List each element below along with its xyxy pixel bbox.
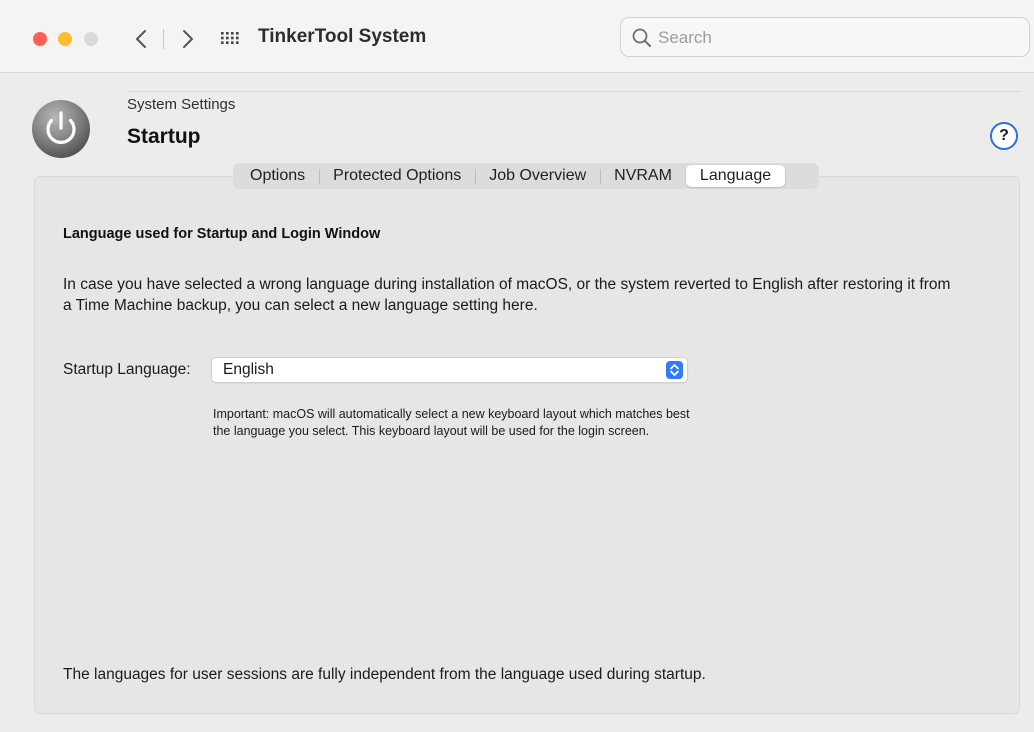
nav-separator bbox=[163, 29, 164, 49]
chevron-updown-icon bbox=[666, 361, 683, 379]
tab-options[interactable]: Options bbox=[236, 165, 319, 187]
power-icon bbox=[32, 100, 90, 158]
app-title: TinkerTool System bbox=[258, 26, 427, 47]
startup-language-value: English bbox=[223, 361, 274, 378]
description-text: In case you have selected a wrong langua… bbox=[63, 276, 951, 314]
minimize-window-button[interactable] bbox=[58, 32, 72, 46]
help-icon: ? bbox=[999, 127, 1009, 144]
tab-protected-options[interactable]: Protected Options bbox=[319, 165, 475, 187]
tab-bar: Options Protected Options Job Overview N… bbox=[233, 163, 819, 189]
startup-language-select[interactable]: English bbox=[211, 357, 688, 383]
breadcrumb: System Settings bbox=[127, 96, 236, 113]
zoom-window-button bbox=[84, 32, 98, 46]
help-button[interactable]: ? bbox=[990, 122, 1018, 150]
app-grid-button[interactable] bbox=[220, 30, 240, 46]
forward-button[interactable] bbox=[176, 22, 198, 56]
app-grid-icon bbox=[221, 32, 239, 44]
tab-nvram[interactable]: NVRAM bbox=[600, 165, 686, 187]
settings-panel bbox=[34, 176, 1020, 714]
search-icon bbox=[632, 28, 651, 47]
back-icon bbox=[136, 30, 146, 48]
search-placeholder: Search bbox=[658, 28, 712, 47]
keyboard-layout-note: Important: macOS will automatically sele… bbox=[213, 407, 690, 438]
page-title: Startup bbox=[127, 125, 201, 148]
tab-language[interactable]: Language bbox=[685, 165, 786, 187]
header-divider bbox=[128, 91, 1020, 92]
back-button[interactable] bbox=[131, 22, 153, 56]
forward-icon bbox=[183, 30, 193, 48]
title-bar: TinkerTool System Search bbox=[0, 0, 1034, 73]
section-title: Language used for Startup and Login Wind… bbox=[63, 226, 381, 242]
search-field[interactable]: Search bbox=[620, 17, 1030, 57]
tab-job-overview[interactable]: Job Overview bbox=[475, 165, 600, 187]
startup-language-label: Startup Language: bbox=[63, 361, 191, 378]
footer-note: The languages for user sessions are full… bbox=[63, 666, 706, 683]
close-window-button[interactable] bbox=[33, 32, 47, 46]
